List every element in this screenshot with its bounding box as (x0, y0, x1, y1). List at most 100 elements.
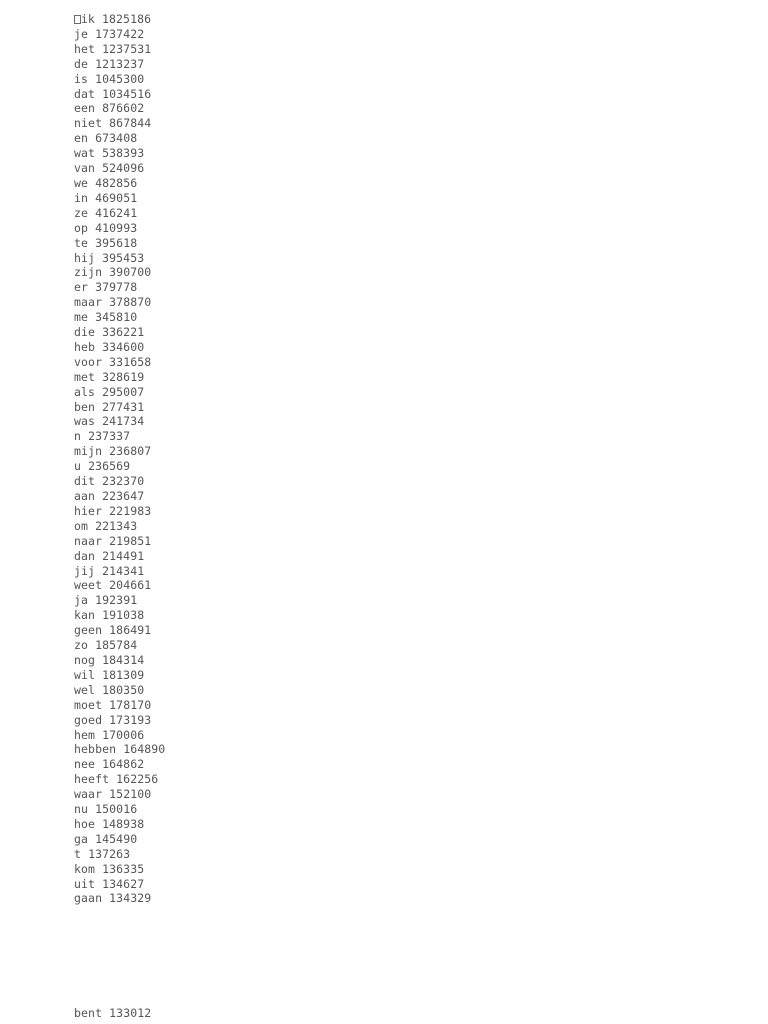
word-token: bent (74, 1006, 103, 1020)
word-token: er (74, 280, 89, 295)
word-frequency-line: wil 181309 (74, 668, 165, 683)
word-count-value: 876602 (102, 101, 145, 116)
word-token: ga (74, 831, 89, 846)
word-frequency-line: goed 173193 (74, 713, 165, 728)
word-frequency-line: uit 134627 (74, 877, 165, 892)
word-token: de (74, 56, 89, 71)
word-token: heb (74, 339, 96, 354)
word-count-value: 134329 (109, 891, 152, 906)
word-frequency-line: kom 136335 (74, 862, 165, 877)
word-frequency-line: ga 145490 (74, 832, 165, 847)
word-token: we (74, 175, 89, 190)
word-count-value: 178170 (109, 697, 152, 712)
word-frequency-line: heb 334600 (74, 340, 165, 355)
word-token: kom (74, 861, 96, 876)
word-frequency-line: weet 204661 (74, 578, 165, 593)
document-page: ik 1825186 je 1737422 het 1237531 de 121323… (0, 0, 768, 1024)
word-count-value: 186491 (109, 623, 152, 638)
word-token: ja (74, 593, 89, 608)
word-count-value: 524096 (102, 161, 145, 176)
word-token: geen (74, 623, 103, 638)
word-token: dan (74, 548, 96, 563)
word-token: hem (74, 727, 96, 742)
word-token: waar (74, 787, 103, 802)
word-token: het (74, 41, 96, 56)
word-count-value: 152100 (109, 787, 152, 802)
word-frequency-line: moet 178170 (74, 698, 165, 713)
word-token: met (74, 369, 96, 384)
word-frequency-line: als 295007 (74, 385, 165, 400)
word-token: dit (74, 474, 96, 489)
word-token: gaan (74, 891, 103, 906)
word-frequency-line: maar 378870 (74, 295, 165, 310)
word-frequency-line: zijn 390700 (74, 265, 165, 280)
word-count-value: 236569 (88, 459, 131, 474)
word-count-value: 334600 (102, 339, 145, 354)
word-token: uit (74, 876, 96, 891)
word-count-value: 232370 (102, 474, 145, 489)
word-frequency-line: en 673408 (74, 131, 165, 146)
word-frequency-line: t 137263 (74, 847, 165, 862)
word-count-value: 241734 (102, 414, 145, 429)
word-token: ze (74, 205, 89, 220)
word-count-value: 482856 (95, 175, 138, 190)
word-frequency-line: aan 223647 (74, 489, 165, 504)
word-frequency-line: op 410993 (74, 221, 165, 236)
word-frequency-line: ben 277431 (74, 400, 165, 415)
word-frequency-line: geen 186491 (74, 623, 165, 638)
word-count-value: 150016 (95, 802, 138, 817)
word-frequency-line: was 241734 (74, 414, 165, 429)
word-frequency-line: gaan 134329 (74, 891, 165, 906)
word-frequency-block-secondary: bent 133012 (74, 1006, 151, 1021)
word-token: t (74, 846, 82, 861)
word-frequency-line: hij 395453 (74, 251, 165, 266)
word-frequency-line: kan 191038 (74, 608, 165, 623)
word-count-value: 223647 (102, 489, 145, 503)
word-frequency-line: dan 214491 (74, 549, 165, 564)
word-frequency-line: dit 232370 (74, 474, 165, 489)
word-token: op (74, 220, 89, 235)
word-token: heeft (74, 772, 110, 787)
word-count-value: 185784 (95, 638, 138, 653)
word-token: dat (74, 86, 96, 101)
word-frequency-line: hoe 148938 (74, 817, 165, 832)
word-frequency-line: je 1737422 (74, 27, 165, 42)
word-token: hoe (74, 816, 96, 831)
word-count-value: 295007 (102, 384, 145, 399)
word-count-value: 1045300 (95, 71, 145, 86)
word-frequency-line: heeft 162256 (74, 772, 165, 787)
word-token: aan (74, 489, 96, 503)
word-token: als (74, 384, 96, 399)
word-count-value: 181309 (102, 667, 145, 682)
word-count-value: 173193 (109, 712, 152, 727)
word-count-value: 410993 (95, 220, 138, 235)
word-frequency-line: nog 184314 (74, 653, 165, 668)
word-frequency-line: zo 185784 (74, 638, 165, 653)
word-count-value: 136335 (102, 861, 145, 876)
word-count-value: 133012 (109, 1006, 152, 1020)
word-token: moet (74, 697, 103, 712)
word-token: die (74, 325, 96, 340)
word-token: naar (74, 533, 103, 548)
word-token: nee (74, 757, 96, 772)
word-count-value: 379778 (95, 280, 138, 295)
word-count-value: 331658 (109, 354, 152, 369)
word-token: ben (74, 399, 96, 414)
word-token: van (74, 161, 96, 176)
word-token: u (74, 459, 82, 474)
word-count-value: 336221 (102, 325, 145, 340)
word-count-value: 180350 (102, 682, 145, 697)
word-count-value: 345810 (95, 310, 138, 325)
word-count-value: 1237531 (102, 41, 152, 56)
word-frequency-line: nee 164862 (74, 757, 165, 772)
word-token: te (74, 235, 89, 250)
word-frequency-line: dat 1034516 (74, 87, 165, 102)
word-count-value: 328619 (102, 369, 145, 384)
word-frequency-line: ik 1825186 (74, 12, 165, 27)
word-token: zo (74, 638, 89, 653)
word-token: was (74, 414, 96, 429)
word-frequency-line: er 379778 (74, 280, 165, 295)
word-token: wat (74, 146, 96, 161)
word-frequency-line: met 328619 (74, 370, 165, 385)
word-frequency-line: naar 219851 (74, 534, 165, 549)
